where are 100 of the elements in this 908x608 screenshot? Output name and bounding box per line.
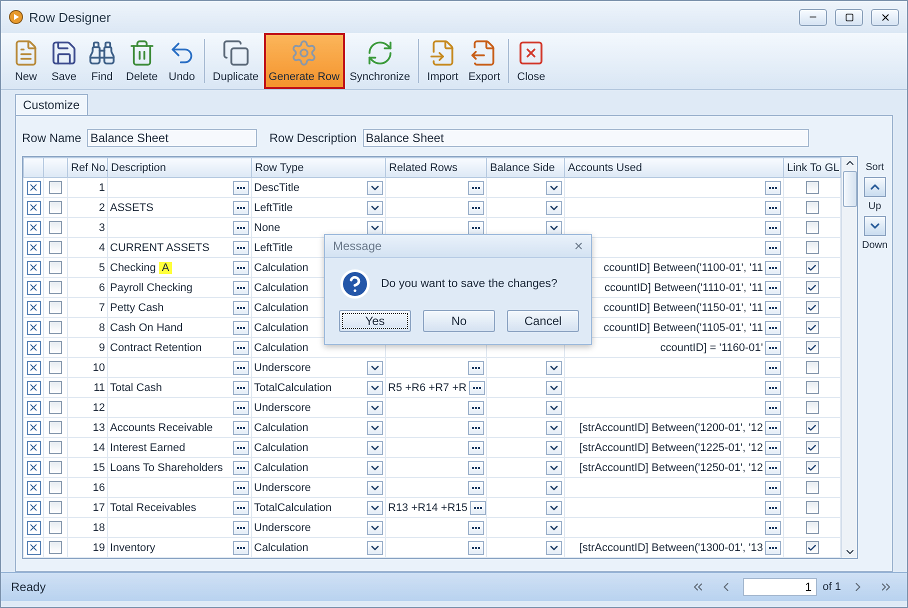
ellipsis-button[interactable] <box>233 180 249 194</box>
toolbar-button[interactable]: Delete <box>121 33 163 89</box>
dropdown-button[interactable] <box>367 520 383 534</box>
page-field[interactable]: 1 <box>742 578 817 596</box>
dropdown-button[interactable] <box>367 500 383 514</box>
row-checkbox[interactable] <box>49 421 62 434</box>
ellipsis-button[interactable] <box>468 360 484 374</box>
column-header[interactable]: Row Type <box>252 158 386 178</box>
link-checkbox[interactable] <box>806 421 818 434</box>
row-checkbox[interactable] <box>49 541 62 554</box>
ellipsis-button[interactable] <box>765 380 781 394</box>
delete-row-icon[interactable] <box>26 400 40 414</box>
dropdown-button[interactable] <box>367 420 383 434</box>
toolbar-button[interactable]: Generate Row <box>264 33 345 89</box>
close-button[interactable] <box>871 8 899 26</box>
ellipsis-button[interactable] <box>765 180 781 194</box>
row-checkbox[interactable] <box>49 481 62 494</box>
dropdown-button[interactable] <box>367 480 383 494</box>
ellipsis-button[interactable] <box>468 400 484 414</box>
toolbar-button[interactable]: Find <box>83 33 121 89</box>
ellipsis-button[interactable] <box>765 340 781 354</box>
toolbar-button[interactable]: Export <box>463 33 506 89</box>
toolbar-button[interactable]: Import <box>422 33 464 89</box>
link-checkbox[interactable] <box>806 261 818 274</box>
delete-row-icon[interactable] <box>26 360 40 374</box>
row-checkbox[interactable] <box>49 221 62 234</box>
column-header[interactable]: Ref No. <box>68 158 108 178</box>
link-checkbox[interactable] <box>806 301 818 314</box>
dialog-button[interactable]: No <box>423 310 495 332</box>
ellipsis-button[interactable] <box>233 220 249 234</box>
dropdown-button[interactable] <box>367 380 383 394</box>
toolbar-button[interactable]: New <box>7 33 45 89</box>
link-checkbox[interactable] <box>806 461 818 474</box>
ellipsis-button[interactable] <box>468 220 484 234</box>
delete-row-icon[interactable] <box>26 200 40 214</box>
dropdown-button[interactable] <box>546 220 562 234</box>
ellipsis-button[interactable] <box>765 440 781 454</box>
tab[interactable]: Customize <box>15 94 88 115</box>
delete-row-icon[interactable] <box>26 220 40 234</box>
link-checkbox[interactable] <box>806 361 818 374</box>
ellipsis-button[interactable] <box>765 400 781 414</box>
ellipsis-button[interactable] <box>233 380 249 394</box>
row-checkbox[interactable] <box>49 201 62 214</box>
dialog-close-button[interactable]: × <box>574 238 583 254</box>
ellipsis-button[interactable] <box>765 500 781 514</box>
dropdown-button[interactable] <box>546 380 562 394</box>
row-checkbox[interactable] <box>49 361 62 374</box>
ellipsis-button[interactable] <box>765 300 781 314</box>
dropdown-button[interactable] <box>546 500 562 514</box>
ellipsis-button[interactable] <box>765 520 781 534</box>
dropdown-button[interactable] <box>546 400 562 414</box>
ellipsis-button[interactable] <box>233 360 249 374</box>
ellipsis-button[interactable] <box>233 460 249 474</box>
ellipsis-button[interactable] <box>233 520 249 534</box>
ellipsis-button[interactable] <box>468 200 484 214</box>
row-checkbox[interactable] <box>49 501 62 514</box>
dropdown-button[interactable] <box>546 540 562 554</box>
ellipsis-button[interactable] <box>765 280 781 294</box>
link-checkbox[interactable] <box>806 341 818 354</box>
ellipsis-button[interactable] <box>233 400 249 414</box>
row-checkbox[interactable] <box>49 441 62 454</box>
delete-row-icon[interactable] <box>26 500 40 514</box>
ellipsis-button[interactable] <box>468 420 484 434</box>
link-checkbox[interactable] <box>806 501 818 514</box>
column-header[interactable]: Related Rows <box>386 158 486 178</box>
dropdown-button[interactable] <box>367 180 383 194</box>
ellipsis-button[interactable] <box>468 440 484 454</box>
ellipsis-button[interactable] <box>233 540 249 554</box>
column-header[interactable]: Link To GL <box>784 158 840 178</box>
link-checkbox[interactable] <box>806 441 818 454</box>
ellipsis-button[interactable] <box>233 280 249 294</box>
delete-row-icon[interactable] <box>26 520 40 534</box>
ellipsis-button[interactable] <box>233 340 249 354</box>
row-checkbox[interactable] <box>49 461 62 474</box>
ellipsis-button[interactable] <box>468 520 484 534</box>
maximize-button[interactable] <box>835 8 863 26</box>
ellipsis-button[interactable] <box>765 480 781 494</box>
dropdown-button[interactable] <box>367 460 383 474</box>
ellipsis-button[interactable] <box>233 500 249 514</box>
toolbar-button[interactable]: Undo <box>162 33 201 89</box>
delete-row-icon[interactable] <box>26 480 40 494</box>
delete-row-icon[interactable] <box>26 460 40 474</box>
column-header[interactable]: Balance Side <box>486 158 564 178</box>
link-checkbox[interactable] <box>806 381 818 394</box>
ellipsis-button[interactable] <box>765 240 781 254</box>
ellipsis-button[interactable] <box>765 420 781 434</box>
scroll-thumb[interactable] <box>842 171 856 207</box>
row-checkbox[interactable] <box>49 321 62 334</box>
link-checkbox[interactable] <box>806 521 818 534</box>
link-checkbox[interactable] <box>806 401 818 414</box>
link-checkbox[interactable] <box>806 321 818 334</box>
dropdown-button[interactable] <box>367 360 383 374</box>
delete-row-icon[interactable] <box>26 440 40 454</box>
ellipsis-button[interactable] <box>468 380 485 394</box>
link-checkbox[interactable] <box>806 201 818 214</box>
row-checkbox[interactable] <box>49 181 62 194</box>
ellipsis-button[interactable] <box>765 220 781 234</box>
ellipsis-button[interactable] <box>233 260 249 274</box>
ellipsis-button[interactable] <box>468 540 484 554</box>
dropdown-button[interactable] <box>367 200 383 214</box>
